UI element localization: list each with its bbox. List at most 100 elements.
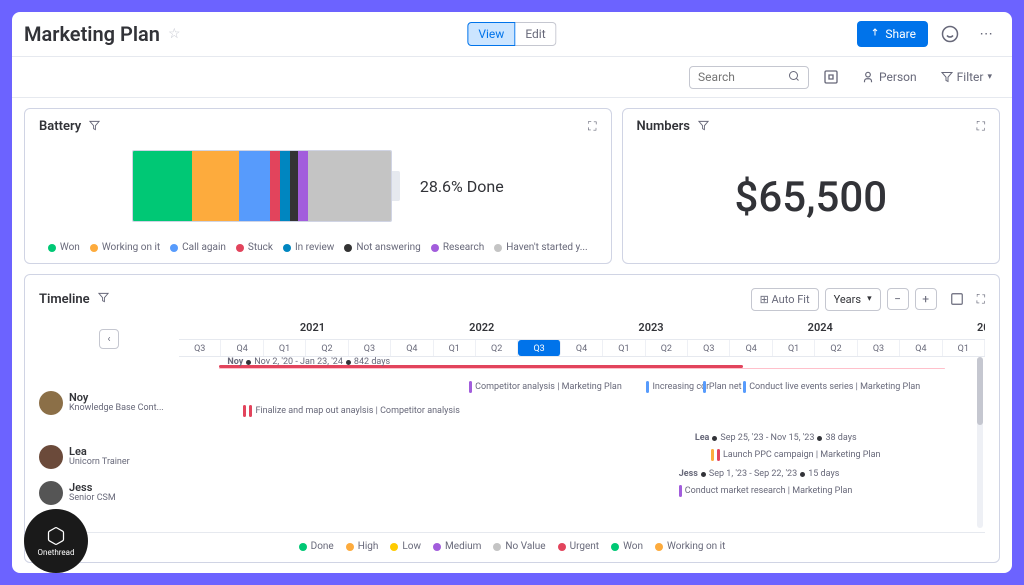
share-button[interactable]: Share — [857, 21, 928, 47]
numbers-title: Numbers — [637, 119, 690, 134]
timeline-filter-icon[interactable] — [98, 292, 109, 306]
numbers-header: Numbers ⛶ — [637, 119, 985, 134]
person-icon — [861, 70, 875, 84]
quarter-cell[interactable]: Q1 — [434, 340, 476, 356]
timeline-task[interactable]: Plan net — [703, 381, 742, 393]
search-box[interactable] — [689, 66, 809, 89]
person-role: Knowledge Base Cont... — [69, 404, 164, 414]
quarter-cell[interactable]: Q3 — [688, 340, 730, 356]
quarter-cell[interactable]: Q1 — [264, 340, 306, 356]
battery-segment — [270, 151, 280, 221]
share-icon — [869, 28, 881, 40]
nav-prev-button[interactable]: ‹ — [99, 329, 119, 349]
zoom-out-button[interactable]: − — [887, 288, 909, 310]
timeline-scrollbar[interactable] — [977, 357, 983, 528]
numbers-expand-icon[interactable]: ⛶ — [977, 119, 985, 134]
legend-item: High — [346, 541, 379, 552]
zoom-in-button[interactable]: + — [915, 288, 937, 310]
export-icon[interactable] — [943, 285, 971, 313]
timeline-task[interactable]: Launch PPC campaign | Marketing Plan — [711, 449, 881, 461]
task-marker — [646, 381, 649, 393]
legend-item: Not answering — [344, 242, 421, 253]
year-label: 2024 — [808, 321, 833, 334]
edit-button[interactable]: Edit — [515, 22, 556, 46]
timeline-person[interactable]: NoyKnowledge Base Cont... — [39, 367, 179, 439]
timeline-person[interactable]: LeaUnicorn Trainer — [39, 439, 179, 475]
quarter-cell[interactable]: Q3 — [179, 340, 221, 356]
quarter-cell[interactable]: Q4 — [561, 340, 603, 356]
timeline-person[interactable]: JessSenior CSM — [39, 475, 179, 511]
settings-icon[interactable] — [817, 63, 845, 91]
task-marker — [703, 381, 706, 393]
quarter-cell[interactable]: Q1 — [603, 340, 645, 356]
battery-percent: 28.6% Done — [420, 177, 504, 196]
quarter-cell[interactable]: Q3 — [349, 340, 391, 356]
timeline-info: JessSep 1, '23 - Sep 22, '2315 days — [679, 469, 840, 479]
legend-dot — [170, 244, 178, 252]
timeline-task[interactable]: Finalize and map out anaylsis | Competit… — [243, 405, 459, 417]
scroll-thumb[interactable] — [977, 357, 983, 425]
autofit-button[interactable]: ⊞ Auto Fit — [751, 288, 819, 311]
quarter-cell[interactable]: Q3 — [518, 340, 560, 356]
battery-expand-icon[interactable]: ⛶ — [588, 119, 596, 134]
legend-dot — [346, 543, 354, 551]
quarter-cell[interactable]: Q4 — [900, 340, 942, 356]
timeline-task[interactable]: Conduct live events series | Marketing P… — [743, 381, 920, 393]
chevron-down-icon: ▾ — [987, 72, 992, 82]
quarter-cell[interactable]: Q4 — [391, 340, 433, 356]
legend-dot — [431, 244, 439, 252]
battery-filter-icon[interactable] — [89, 120, 100, 134]
legend-item: Done — [299, 541, 334, 552]
timeline-task[interactable]: Conduct market research | Marketing Plan — [679, 485, 853, 497]
battery-segment — [239, 151, 270, 221]
quarter-cell[interactable]: Q1 — [773, 340, 815, 356]
year-label: 2021 — [300, 321, 325, 334]
quarter-cell[interactable]: Q3 — [858, 340, 900, 356]
battery-box — [132, 150, 400, 222]
quarter-cell[interactable]: Q4 — [730, 340, 772, 356]
view-button[interactable]: View — [467, 22, 515, 46]
quarter-cell[interactable]: Q2 — [815, 340, 857, 356]
panels-row: Battery ⛶ 28.6% Done WonWorking on itCal… — [12, 98, 1012, 274]
more-options-icon[interactable]: ⋯ — [972, 20, 1000, 48]
share-label: Share — [885, 27, 916, 41]
battery-title: Battery — [39, 119, 81, 134]
activity-icon[interactable] — [936, 20, 964, 48]
search-input[interactable] — [698, 70, 788, 84]
quarter-cell[interactable]: Q2 — [646, 340, 688, 356]
filter-button[interactable]: Filter ▾ — [933, 66, 1000, 88]
quarter-cell[interactable]: Q2 — [306, 340, 348, 356]
timeline-expand-icon[interactable]: ⛶ — [977, 292, 985, 307]
scale-select[interactable]: Years ▾ — [825, 288, 881, 311]
year-label: 2022 — [469, 321, 494, 334]
battery-panel: Battery ⛶ 28.6% Done WonWorking on itCal… — [24, 108, 612, 264]
header-actions: Share ⋯ — [857, 20, 1000, 48]
quarter-cell[interactable]: Q2 — [476, 340, 518, 356]
battery-segment — [290, 151, 298, 221]
timeline-task[interactable]: Competitor analysis | Marketing Plan — [469, 381, 622, 393]
legend-dot — [494, 244, 502, 252]
battery-viz: 28.6% Done — [39, 142, 597, 230]
legend-dot — [283, 244, 291, 252]
year-label: 2025 — [977, 321, 985, 334]
quarter-cell[interactable]: Q1 — [943, 340, 985, 356]
battery-segment — [192, 151, 238, 221]
timeline-years: 20212022202320242025 — [179, 321, 985, 339]
person-role: Unicorn Trainer — [69, 458, 130, 468]
timeline-right[interactable]: 20212022202320242025 Q3Q4Q1Q2Q3Q4Q1Q2Q3Q… — [179, 321, 985, 528]
app-root: Marketing Plan ☆ View Edit Share ⋯ — [12, 12, 1012, 573]
numbers-filter-icon[interactable] — [698, 120, 709, 134]
view-edit-toggle: View Edit — [467, 22, 556, 46]
person-role: Senior CSM — [69, 494, 116, 504]
person-filter-button[interactable]: Person — [853, 66, 925, 88]
favorite-star-icon[interactable]: ☆ — [168, 26, 181, 42]
battery-body — [132, 150, 392, 222]
legend-item: In review — [283, 242, 334, 253]
quarter-cell[interactable]: Q4 — [221, 340, 263, 356]
numbers-value: $65,500 — [734, 173, 887, 222]
timeline-info: LeaSep 25, '23 - Nov 15, '2338 days — [695, 433, 857, 443]
timeline-task[interactable]: Increasing cor — [646, 381, 709, 393]
battery-segment — [133, 151, 192, 221]
battery-segment — [298, 151, 308, 221]
filter-icon — [941, 71, 953, 83]
